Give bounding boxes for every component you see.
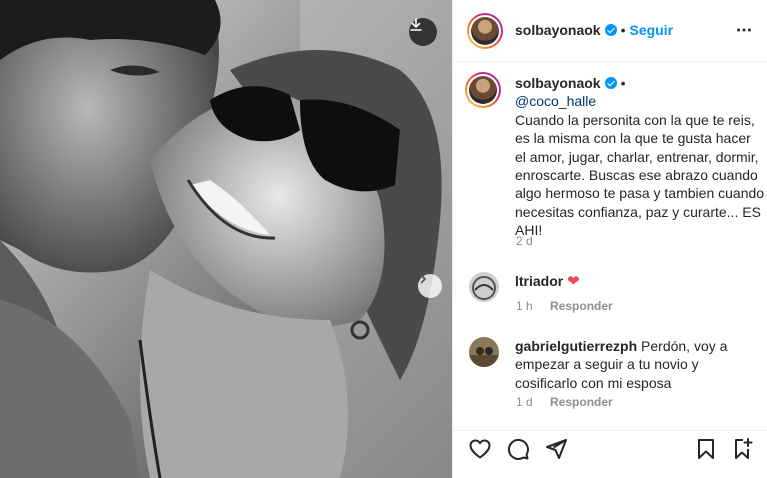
- comment-username[interactable]: ltriador: [515, 273, 563, 289]
- heart-icon: [469, 439, 491, 459]
- post-header: solbayonaok • Seguir: [453, 0, 767, 62]
- caption-content: solbayonaok • @coco_halle Cuando la perso…: [515, 72, 765, 240]
- caption-username[interactable]: solbayonaok: [515, 75, 601, 91]
- save-button[interactable]: [694, 437, 718, 466]
- author-username[interactable]: solbayonaok: [515, 22, 601, 38]
- commenter-avatar[interactable]: [469, 272, 499, 302]
- comment-icon: [507, 438, 529, 460]
- caption-text: Cuando la personita con la que te reis, …: [515, 111, 765, 239]
- download-button[interactable]: [409, 18, 437, 46]
- author-avatar[interactable]: [467, 13, 503, 49]
- share-button[interactable]: [544, 437, 568, 466]
- download-icon: [410, 18, 422, 31]
- mention-link[interactable]: @coco_halle: [515, 93, 596, 109]
- action-bar: [453, 430, 767, 470]
- more-options-button[interactable]: [736, 22, 752, 43]
- like-button[interactable]: [468, 437, 492, 466]
- caption-separator: •: [620, 75, 626, 91]
- comment-timestamp[interactable]: 1 d: [516, 395, 533, 409]
- next-image-button[interactable]: [418, 274, 442, 298]
- header-separator: •: [620, 22, 626, 38]
- commenter-avatar[interactable]: [469, 337, 499, 367]
- verified-badge-icon: [604, 24, 617, 36]
- bookmark-icon: [698, 439, 714, 459]
- save-collection-button[interactable]: [731, 437, 755, 466]
- post-photo: [0, 0, 452, 478]
- reply-button[interactable]: Responder: [550, 299, 613, 313]
- chevron-right-icon: [420, 274, 426, 284]
- follow-button[interactable]: Seguir: [630, 22, 674, 38]
- comment-timestamp[interactable]: 1 h: [516, 299, 533, 313]
- bookmark-plus-icon: [735, 438, 753, 459]
- comment-button[interactable]: [506, 437, 530, 466]
- more-options-icon: [737, 28, 751, 32]
- comment-username[interactable]: gabrielgutierrezph: [515, 338, 637, 354]
- caption-timestamp[interactable]: 2 d: [516, 234, 533, 248]
- post-details-panel: solbayonaok • Seguir solbayonaok • @coco_ha…: [452, 0, 767, 478]
- caption-author-avatar[interactable]: [465, 72, 501, 108]
- verified-badge-icon: [604, 77, 617, 89]
- heart-emoji-icon: ❤: [567, 273, 580, 290]
- reply-button[interactable]: Responder: [550, 395, 613, 409]
- paper-plane-icon: [546, 439, 567, 459]
- photo-illustration: [0, 0, 452, 478]
